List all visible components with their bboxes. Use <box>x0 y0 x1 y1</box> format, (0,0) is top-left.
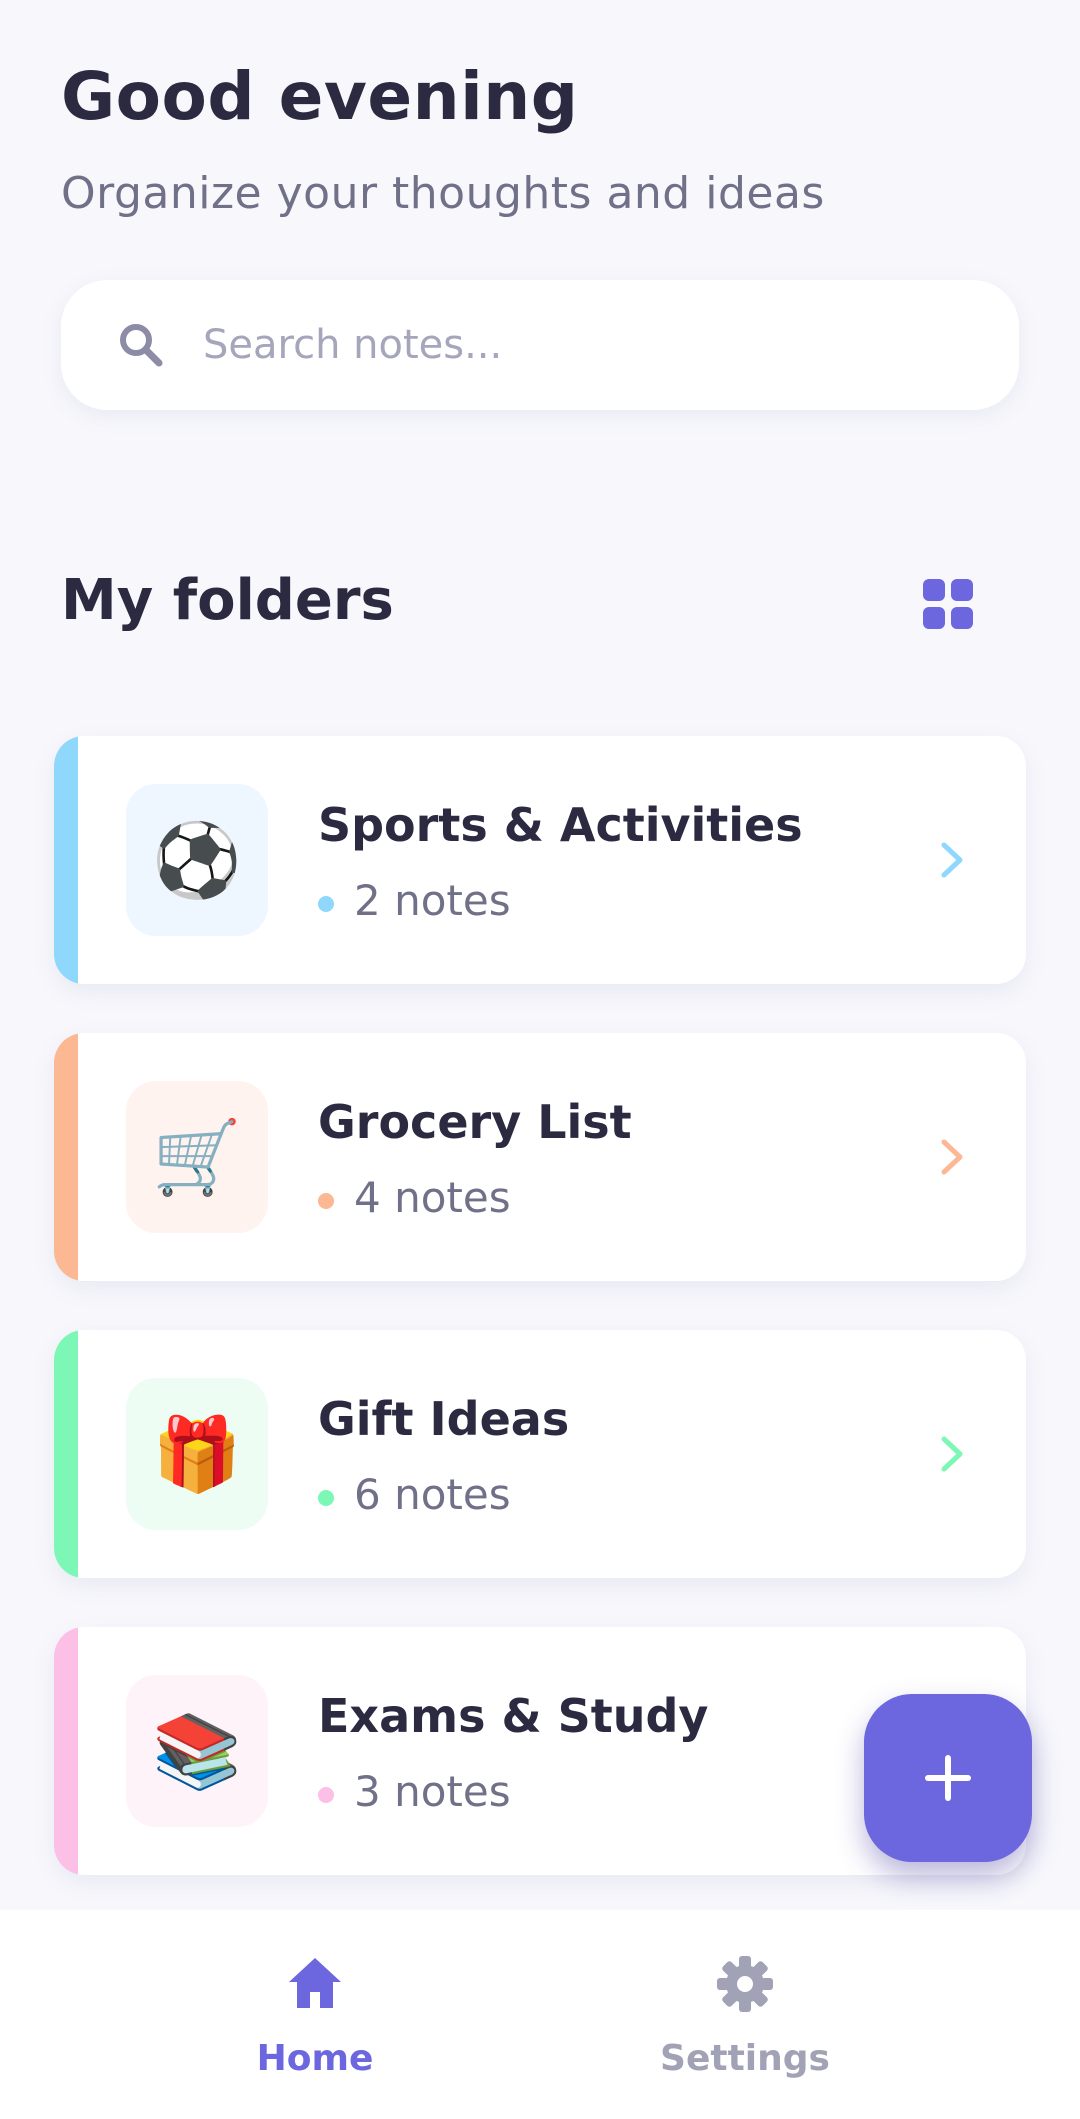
folder-accent-bar <box>54 1627 78 1875</box>
home-icon <box>289 1958 341 2008</box>
folder-card-sports[interactable]: ⚽ Sports & Activities 2 notes <box>54 736 1026 984</box>
folder-note-count: 6 notes <box>354 1470 511 1519</box>
folder-note-count: 4 notes <box>354 1173 511 1222</box>
search-icon <box>120 324 163 367</box>
nav-label-home: Home <box>256 2038 374 2079</box>
folder-accent-bar <box>54 1330 78 1578</box>
folder-dot <box>318 1490 334 1506</box>
home-screen: Good evening Organize your thoughts and … <box>0 0 1080 2119</box>
folder-dot <box>318 1193 334 1209</box>
greeting-title: Good evening <box>61 58 579 135</box>
chevron-right-icon <box>941 1139 963 1175</box>
folder-name: Sports & Activities <box>318 798 803 852</box>
gift-icon: 🎁 <box>126 1378 268 1530</box>
folder-note-count: 3 notes <box>354 1767 511 1816</box>
gear-icon <box>717 1956 773 2012</box>
nav-label-settings: Settings <box>660 2038 830 2079</box>
plus-icon <box>925 1755 971 1801</box>
folder-card-grocery[interactable]: 🛒 Grocery List 4 notes <box>54 1033 1026 1281</box>
folder-accent-bar <box>54 736 78 984</box>
grid-view-icon[interactable] <box>918 574 978 634</box>
folder-accent-bar <box>54 1033 78 1281</box>
chevron-right-icon <box>941 1436 963 1472</box>
search-input[interactable] <box>203 280 983 410</box>
folder-name: Gift Ideas <box>318 1392 570 1446</box>
books-icon: 📚 <box>126 1675 268 1827</box>
folder-name: Exams & Study <box>318 1689 709 1743</box>
folder-name: Grocery List <box>318 1095 632 1149</box>
nav-item-home[interactable]: Home <box>165 1910 465 2119</box>
folder-dot <box>318 1787 334 1803</box>
nav-item-settings[interactable]: Settings <box>595 1910 895 2119</box>
shopping-cart-icon: 🛒 <box>126 1081 268 1233</box>
folders-section-title: My folders <box>61 568 394 633</box>
soccer-ball-icon: ⚽ <box>126 784 268 936</box>
folder-note-count: 2 notes <box>354 876 511 925</box>
search-bar[interactable] <box>61 280 1019 410</box>
bottom-nav: Home Settings <box>0 1910 1080 2119</box>
add-note-button[interactable] <box>864 1694 1032 1862</box>
chevron-right-icon <box>941 842 963 878</box>
greeting-subtitle: Organize your thoughts and ideas <box>61 168 825 219</box>
folder-card-gifts[interactable]: 🎁 Gift Ideas 6 notes <box>54 1330 1026 1578</box>
folder-dot <box>318 896 334 912</box>
